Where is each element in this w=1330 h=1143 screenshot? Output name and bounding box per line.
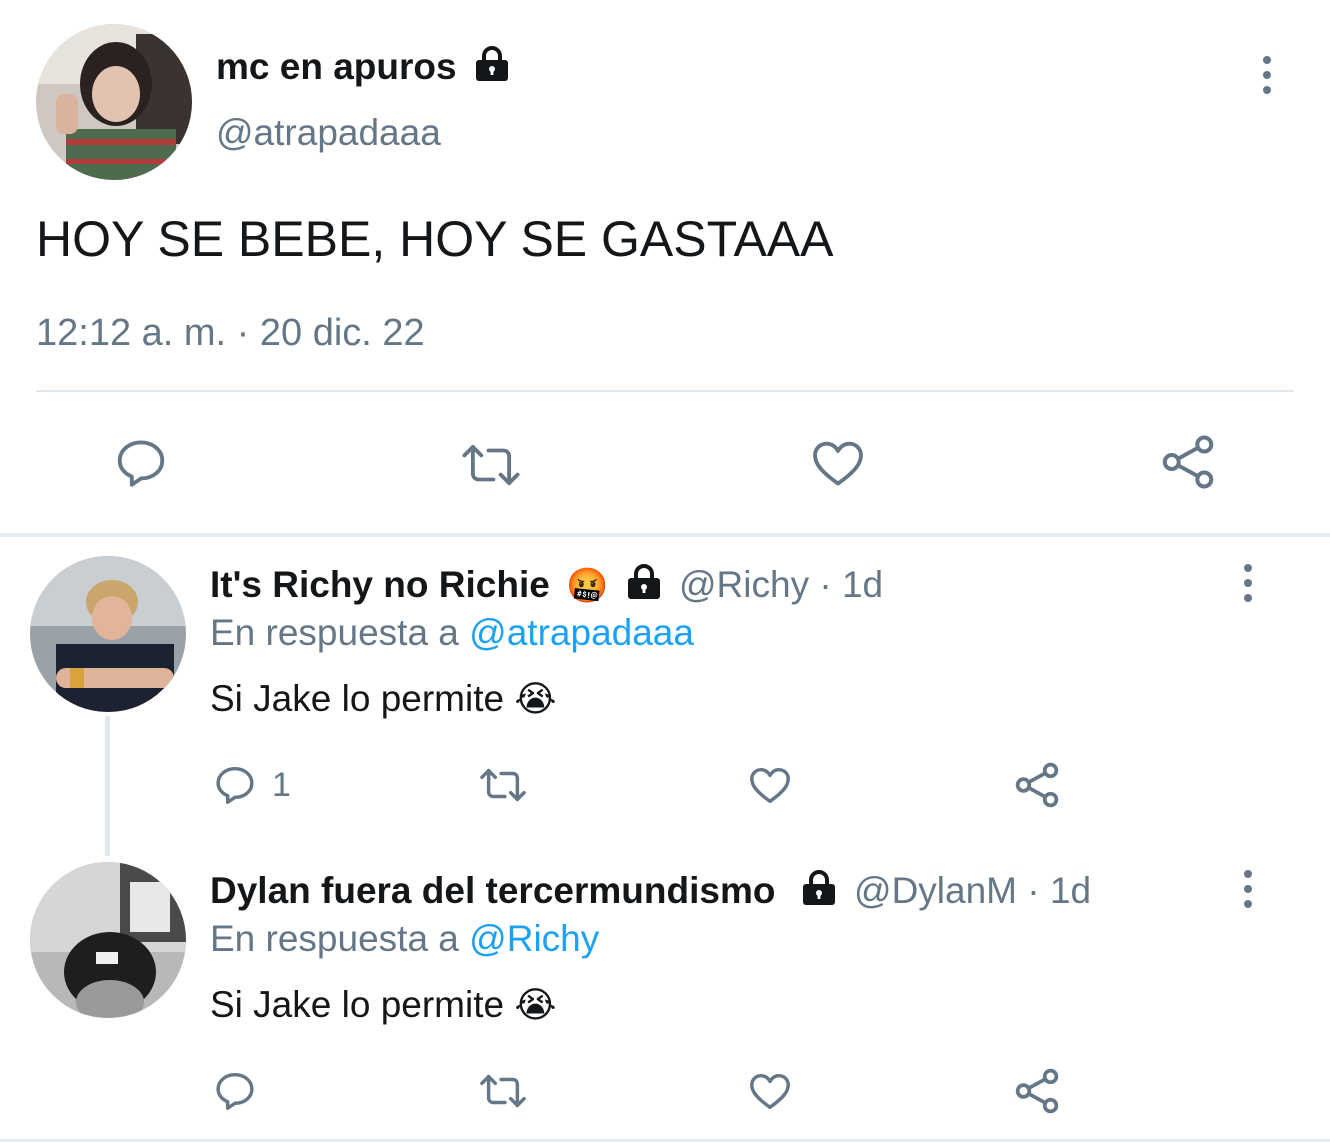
reply-icon[interactable] (112, 434, 170, 492)
display-name[interactable]: mc en apuros (216, 44, 511, 93)
more-options-icon[interactable] (1243, 870, 1253, 908)
reply-icon[interactable] (212, 1068, 258, 1114)
divider (0, 533, 1330, 537)
reply-context: En respuesta a @Richy (210, 916, 599, 962)
mention-link[interactable]: @Richy (469, 918, 599, 959)
divider (0, 1139, 1330, 1142)
reply-context: En respuesta a @atrapadaaa (210, 610, 694, 656)
crying-emoji-icon: 😭 (514, 678, 557, 719)
reply-count: 1 (272, 766, 291, 804)
display-name[interactable]: It's Richy no Richie (210, 564, 550, 605)
avatar[interactable] (30, 862, 186, 1018)
share-icon[interactable] (1012, 1066, 1062, 1116)
reply-header: Dylan fuera del tercermundismo @DylanM ·… (210, 868, 1091, 917)
more-options-icon[interactable] (1262, 56, 1272, 94)
like-icon[interactable] (746, 1068, 794, 1114)
retweet-icon[interactable] (476, 762, 530, 808)
dot-separator: · (819, 564, 832, 605)
dot-separator: · (1027, 870, 1040, 911)
reply-context-label: En respuesta a (210, 918, 459, 959)
tweet-age[interactable]: 1d (1050, 870, 1091, 911)
timestamp[interactable]: 12:12 a. m. · 20 dic. 22 (36, 310, 425, 356)
tweet-age[interactable]: 1d (842, 564, 883, 605)
display-name[interactable]: Dylan fuera del tercermundismo (210, 870, 775, 911)
tweet-text: Si Jake lo permite 😭 (210, 676, 556, 722)
divider (36, 390, 1294, 392)
thread-line (105, 716, 110, 856)
handle[interactable]: @atrapadaaa (216, 110, 441, 156)
share-icon[interactable] (1158, 432, 1218, 492)
avatar[interactable] (36, 24, 192, 180)
tweet-text: HOY SE BEBE, HOY SE GASTAAA (36, 211, 834, 267)
lock-icon (625, 563, 663, 611)
reply-icon[interactable] (212, 762, 258, 808)
handle[interactable]: @Richy (679, 564, 809, 605)
mention-link[interactable]: @atrapadaaa (469, 612, 694, 653)
share-icon[interactable] (1012, 760, 1062, 810)
lock-icon (800, 869, 838, 917)
lock-icon (473, 45, 511, 93)
display-name-text: mc en apuros (216, 46, 457, 87)
handle[interactable]: @DylanM (854, 870, 1017, 911)
tweet-text: Si Jake lo permite 😭 (210, 982, 556, 1028)
retweet-icon[interactable] (476, 1068, 530, 1114)
reply-context-label: En respuesta a (210, 612, 459, 653)
retweet-icon[interactable] (458, 436, 524, 494)
like-icon[interactable] (808, 434, 868, 492)
tweet-text-body: Si Jake lo permite (210, 678, 505, 719)
more-options-icon[interactable] (1243, 564, 1253, 602)
crying-emoji-icon: 😭 (514, 984, 557, 1025)
like-icon[interactable] (746, 762, 794, 808)
tweet-text-body: Si Jake lo permite (210, 984, 505, 1025)
reply-header: It's Richy no Richie 🤬 @Richy · 1d (210, 562, 883, 611)
avatar[interactable] (30, 556, 186, 712)
angry-emoji-icon: 🤬 (566, 567, 609, 605)
